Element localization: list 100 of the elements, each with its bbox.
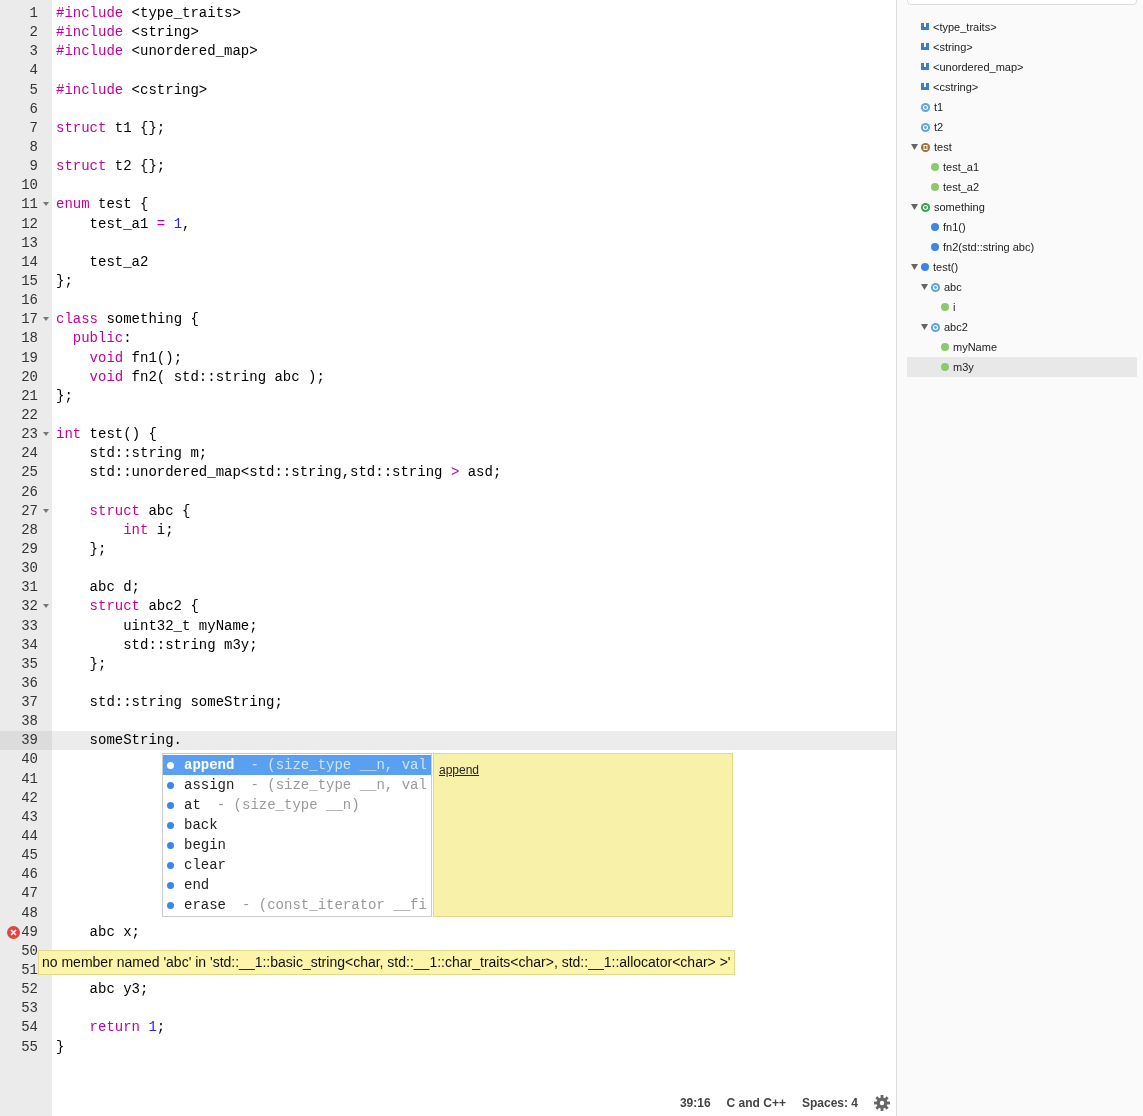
indent-setting[interactable]: Spaces: 4 <box>801 1094 858 1112</box>
line-number: 33 <box>21 617 38 634</box>
code-line: std::string someString; <box>88 694 283 711</box>
line-number: 34 <box>21 636 38 653</box>
method-icon <box>931 243 939 251</box>
outline-item[interactable]: fn2(std::string abc) <box>907 237 1137 257</box>
code-line: }; <box>88 540 107 557</box>
fold-icon[interactable] <box>43 604 49 610</box>
outline-item[interactable]: test <box>907 137 1137 157</box>
line-number: 36 <box>21 674 38 691</box>
code-editor[interactable] <box>0 0 897 1116</box>
field-icon <box>941 343 949 351</box>
header-icon <box>921 23 929 31</box>
language-mode[interactable]: C and C++ <box>726 1094 786 1112</box>
code-line: uint32_t myName; <box>122 617 258 634</box>
outline-item[interactable]: m3y <box>907 357 1137 377</box>
line-number: 44 <box>21 828 38 845</box>
code-line: }; <box>56 272 73 289</box>
field-icon <box>941 363 949 371</box>
line-number: 39 <box>21 732 38 749</box>
outline-item[interactable]: test_a1 <box>907 157 1137 177</box>
line-number: 18 <box>21 330 38 347</box>
method-icon <box>931 223 939 231</box>
code-line: void fn2( std::string abc ); <box>88 368 325 385</box>
disclosure-icon[interactable] <box>911 204 918 210</box>
outline-item[interactable]: test_a2 <box>907 177 1137 197</box>
fold-icon[interactable] <box>43 432 49 438</box>
outline-item[interactable]: <cstring> <box>907 77 1137 97</box>
outline-item[interactable]: i <box>907 297 1137 317</box>
line-number: 31 <box>21 579 38 596</box>
cursor-position[interactable]: 39:16 <box>679 1094 711 1112</box>
fold-icon[interactable] <box>43 317 49 323</box>
outline-item[interactable]: t1 <box>907 97 1137 117</box>
outline-item[interactable]: <string> <box>907 37 1137 57</box>
code-line: abc y3; <box>88 981 149 998</box>
line-number: 11 <box>21 196 38 213</box>
header-icon <box>921 63 929 71</box>
code-line: abc d; <box>88 579 140 596</box>
outline-item[interactable]: abc2 <box>907 317 1137 337</box>
outline-item[interactable]: myName <box>907 337 1137 357</box>
suggestion-item[interactable]: at - (size_type __n) <box>163 795 431 815</box>
line-number: 54 <box>21 1019 38 1036</box>
suggestion-item[interactable]: assign - (size_type __n, val <box>163 775 431 795</box>
line-number: 21 <box>21 387 38 404</box>
code-line: int i; <box>122 521 174 538</box>
line-number: 7 <box>29 119 38 136</box>
code-line: test_a2 <box>88 253 149 270</box>
outline-item[interactable]: <type_traits> <box>907 17 1137 37</box>
fold-icon[interactable] <box>43 508 49 514</box>
outline-item[interactable]: abc <box>907 277 1137 297</box>
enum-icon <box>921 142 930 152</box>
doc-link[interactable]: append <box>439 763 480 777</box>
disclosure-icon[interactable] <box>911 264 918 270</box>
code-line: test_a1 = 1, <box>88 215 191 232</box>
line-number: 9 <box>29 158 38 175</box>
suggestion-item[interactable]: begin <box>163 835 431 855</box>
code-line: }; <box>56 387 73 404</box>
line-number: 53 <box>21 1000 38 1017</box>
line-number: 43 <box>21 808 38 825</box>
outline-item[interactable]: something <box>907 197 1137 217</box>
header-icon <box>921 83 929 91</box>
line-number: 48 <box>21 904 38 921</box>
suggestion-item[interactable]: erase - (const_iterator __fi <box>163 895 431 915</box>
field-icon <box>931 163 939 171</box>
code-line: std::unordered_map<std::string,std::string > asd; <box>88 464 502 481</box>
suggestion-item[interactable]: clear <box>163 855 431 875</box>
outline-item[interactable]: t2 <box>907 117 1137 137</box>
line-number: 49 <box>21 923 38 940</box>
line-number: 35 <box>21 655 38 672</box>
line-number: 24 <box>21 445 38 462</box>
line-number: 28 <box>21 521 38 538</box>
line-number: 51 <box>21 962 38 979</box>
code-line: struct t1 {}; <box>56 119 166 136</box>
disclosure-icon[interactable] <box>911 144 918 150</box>
disclosure-icon[interactable] <box>921 324 928 330</box>
field-icon <box>931 183 939 191</box>
code-line: }; <box>88 655 107 672</box>
outline-item[interactable]: test() <box>907 257 1137 277</box>
line-number: 46 <box>21 866 38 883</box>
line-number: 14 <box>21 253 38 270</box>
line-number: 5 <box>29 81 38 98</box>
outline-item[interactable]: fn1() <box>907 217 1137 237</box>
code-line: struct t2 {}; <box>56 158 166 175</box>
suggestion-item[interactable]: end <box>163 875 431 895</box>
line-number: 20 <box>21 368 38 385</box>
error-icon <box>7 925 20 939</box>
line-number: 26 <box>21 483 38 500</box>
code-line: public: <box>71 330 132 347</box>
code-line: #include <string> <box>56 24 199 41</box>
code-line: #include <cstring> <box>56 81 208 98</box>
code-line: std::string m; <box>88 445 208 462</box>
header-icon <box>921 43 929 51</box>
disclosure-icon[interactable] <box>921 284 928 290</box>
suggestion-item[interactable]: back <box>163 815 431 835</box>
line-number: 40 <box>21 751 38 768</box>
line-number: 37 <box>21 694 38 711</box>
line-number: 8 <box>29 139 38 155</box>
settings-icon[interactable] <box>874 1095 890 1111</box>
fold-icon[interactable] <box>43 202 49 208</box>
outline-item[interactable]: <unordered_map> <box>907 57 1137 77</box>
